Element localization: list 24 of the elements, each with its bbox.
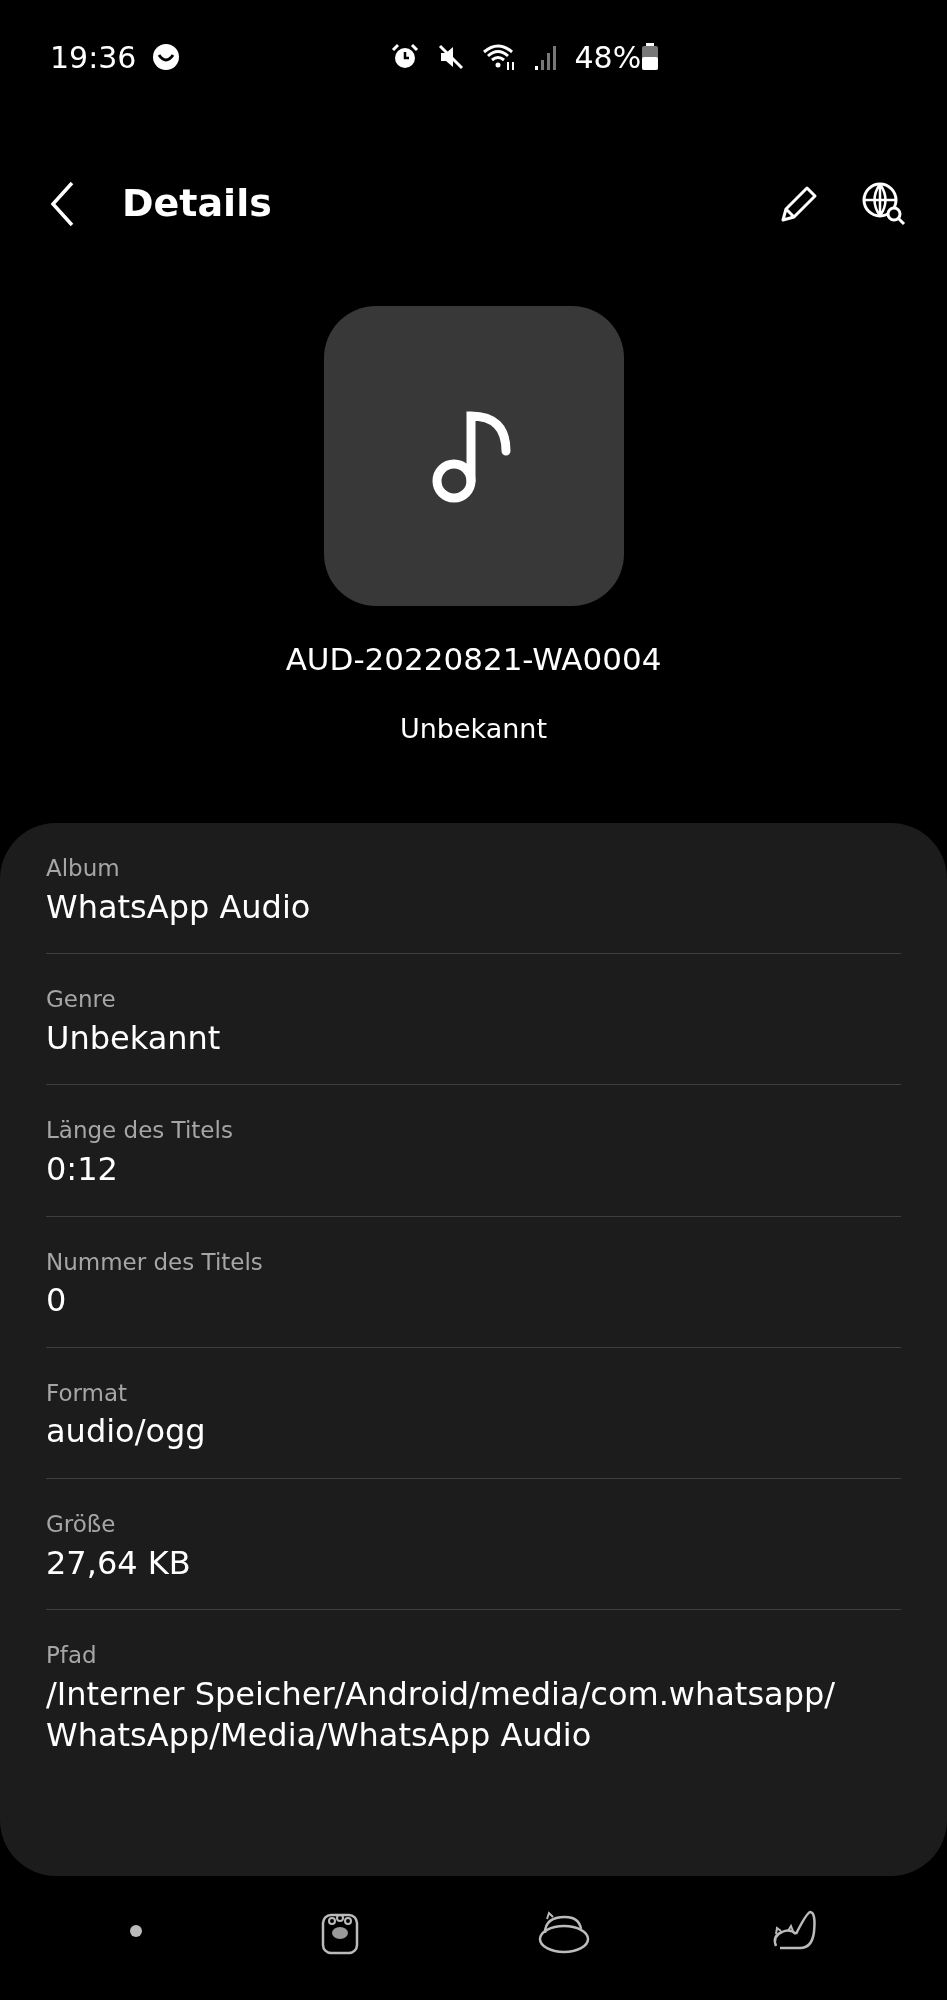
detail-label: Format <box>46 1379 129 1408</box>
detail-value: /Interner Speicher/Android/media/com.whatsapp/ WhatsApp/Media/WhatsApp Audio <box>46 1673 837 1757</box>
detail-value: 0 <box>46 1280 68 1322</box>
status-time: 19:36 <box>50 38 137 77</box>
detail-label: Nummer des Titels <box>46 1248 264 1277</box>
detail-label: Größe <box>46 1510 117 1539</box>
battery-percent: 48% <box>574 38 642 77</box>
dot-icon[interactable] <box>128 1924 143 1938</box>
web-search-icon[interactable] <box>861 181 907 227</box>
battery-icon <box>641 43 660 71</box>
back-icon[interactable] <box>50 181 76 227</box>
page-title: Details <box>122 181 272 227</box>
detail-label: Genre <box>46 986 117 1014</box>
detail-value: 0:12 <box>46 1148 119 1190</box>
detail-label: Länge des Titels <box>46 1117 234 1145</box>
file-name: AUD-20220821-WA0004 <box>284 640 663 679</box>
detail-label: Pfad <box>46 1642 98 1670</box>
detail-value: Unbekannt <box>46 1017 222 1059</box>
detail-value: audio/ogg <box>46 1411 207 1453</box>
detail-label: Album <box>46 855 121 883</box>
face-icon <box>152 43 181 71</box>
artist-name: Unbekannt <box>398 711 549 746</box>
detail-value: WhatsApp Audio <box>46 886 312 928</box>
detail-value: 27,64 KB <box>46 1542 192 1584</box>
